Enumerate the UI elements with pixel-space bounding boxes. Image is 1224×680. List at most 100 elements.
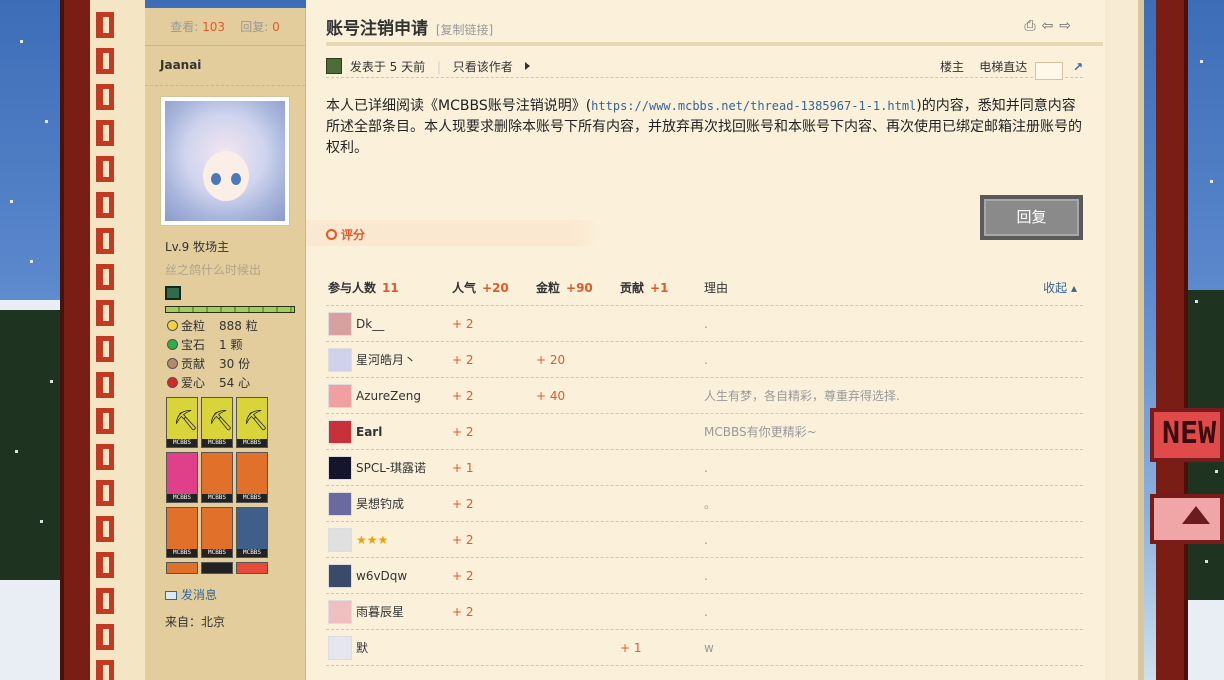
rating-gold: + 20 [536,353,566,367]
rater-avatar[interactable] [328,528,352,552]
minecart-icon [165,286,181,300]
rater-avatar[interactable] [328,348,352,372]
rater-avatar[interactable] [328,600,352,624]
play-arrow-icon [524,62,530,70]
rating-popularity: + 2 [452,569,474,583]
resource-row: 贡献 30 份 [167,355,305,374]
prev-thread-icon[interactable]: ⇦ [1042,18,1060,34]
level-progress-fill [166,307,294,312]
collapse-link[interactable]: 收起 ▴ [1043,270,1077,306]
user-title: 丝之鸽什么时候出 [165,263,262,277]
binder-ring [96,480,114,506]
binder-ring [96,48,114,74]
avatar[interactable] [160,96,290,226]
rater-name[interactable]: 星河皓月丶 [356,342,416,378]
medal-badge: MCBBS [202,494,232,502]
next-thread-icon[interactable]: ⇨ [1059,18,1077,34]
rater-name[interactable]: w6vDqw [356,558,407,594]
content-text-1: 本人已详细阅读《MCBBS账号注销说明》( [326,98,592,114]
rater-avatar[interactable] [328,420,352,444]
snowflake [1200,60,1203,63]
rater-avatar[interactable] [328,564,352,588]
scenery-right [1188,0,1224,680]
rating-reason: MCBBS有你更精彩~ [704,425,817,439]
medal[interactable]: MCBBS [236,452,268,503]
rater-avatar[interactable] [328,492,352,516]
rater-name[interactable]: Dk__ [356,306,384,342]
reply-button[interactable]: 回复 [980,195,1083,240]
medal[interactable] [236,562,268,574]
medal[interactable]: ⛏ MCBBS [166,397,198,448]
rater-name[interactable]: 默 [356,630,368,666]
rating-popularity: + 2 [452,605,474,619]
resource-label: 金粒 [181,319,206,333]
jump-go-icon[interactable]: ↗ [1073,56,1083,78]
author-name[interactable]: Jaanai [145,46,305,86]
medal[interactable]: MCBBS [236,507,268,558]
print-icon[interactable]: ⎙ [1024,18,1041,34]
rater-name[interactable]: AzureZeng [356,378,421,414]
envelope-icon [165,591,177,600]
rater-avatar[interactable] [328,636,352,660]
binder-ring [96,588,114,614]
contribution-header: 贡献 +1 [620,281,669,295]
gold-nugget-icon [167,320,178,331]
binder-ring [96,300,114,326]
top-tab[interactable] [1150,494,1224,544]
medal[interactable]: MCBBS [201,507,233,558]
rating-gold: + 40 [536,389,566,403]
rating-reason: . [704,569,708,583]
content-link[interactable]: https://www.mcbbs.net/thread-1385967-1-1… [591,99,916,113]
rater-avatar[interactable] [328,312,352,336]
rating-rows: Dk__ + 2. 星河皓月丶 + 2 + 20. AzureZeng + 2 + 40 人生有… [326,306,1083,666]
elevator-label: 电梯直达 [979,60,1028,74]
medal[interactable]: MCBBS [166,452,198,503]
meta-right: 楼主 电梯直达 ↗ [940,56,1083,80]
snowflake [15,450,18,453]
rater-name[interactable]: SPCL-琪露诺 [356,450,426,486]
medal[interactable]: ⛏ MCBBS [201,397,233,448]
copy-link[interactable]: [复制链接] [436,23,493,37]
replies-count: 0 [272,20,280,34]
rating-reason: . [704,605,708,619]
rater-name[interactable]: ★★★ [356,522,388,558]
floor-jump-input[interactable] [1035,61,1064,80]
medal-badge: MCBBS [237,549,267,557]
rater-name[interactable]: Earl [356,414,382,450]
snowflake [1210,180,1213,183]
medal-grid: ⛏ MCBBS ⛏ MCBBS ⛏ MCBBS MCBBS MCBBS MCBBS MCBBS MC… [166,397,270,574]
rate-label[interactable]: 评分 [326,226,365,243]
medal[interactable] [166,562,198,574]
post-main: 账号注销申请 [复制链接] ⎙⇦⇨ 发表于 5 天前 | 只看该作者 楼主 电梯… [306,0,1105,680]
medal-badge: MCBBS [167,549,197,557]
medal-badge: MCBBS [167,439,197,447]
rating-reason: . [704,533,708,547]
new-tab[interactable]: NEW [1150,408,1224,462]
send-message-link[interactable]: 发消息 [145,574,305,603]
rating-reason: . [704,461,708,475]
rater-avatar[interactable] [328,456,352,480]
rating-reason: . [704,317,708,331]
divider: | [436,60,441,74]
resource-label: 爱心 [181,376,206,390]
medal[interactable]: MCBBS [201,452,233,503]
binder-rings [96,0,116,680]
rater-avatar[interactable] [328,384,352,408]
post-title-bar: 账号注销申请 [复制链接] ⎙⇦⇨ [326,14,1103,46]
medal[interactable] [201,562,233,574]
post-content: 本人已详细阅读《MCBBS账号注销说明》(https://www.mcbbs.n… [326,96,1086,159]
author-stats: 查看: 103 回复: 0 [145,8,305,46]
rating-row: 雨暮辰星 + 2. [326,594,1083,630]
medal[interactable]: MCBBS [166,507,198,558]
binder-ring [96,264,114,290]
medal[interactable]: ⛏ MCBBS [236,397,268,448]
rater-name[interactable]: 雨暮辰星 [356,594,404,630]
post-title: 账号注销申请 [326,19,428,39]
view-author-only-link[interactable]: 只看该作者 [453,60,513,74]
user-level[interactable]: Lv.9 牧场主 [145,226,305,255]
rating-reason: 。 [704,497,717,511]
snow-ground [1188,600,1224,680]
emerald-icon [167,339,178,350]
resource-row: 金粒 888 粒 [167,317,305,336]
rater-name[interactable]: 昊想钓成 [356,486,404,522]
